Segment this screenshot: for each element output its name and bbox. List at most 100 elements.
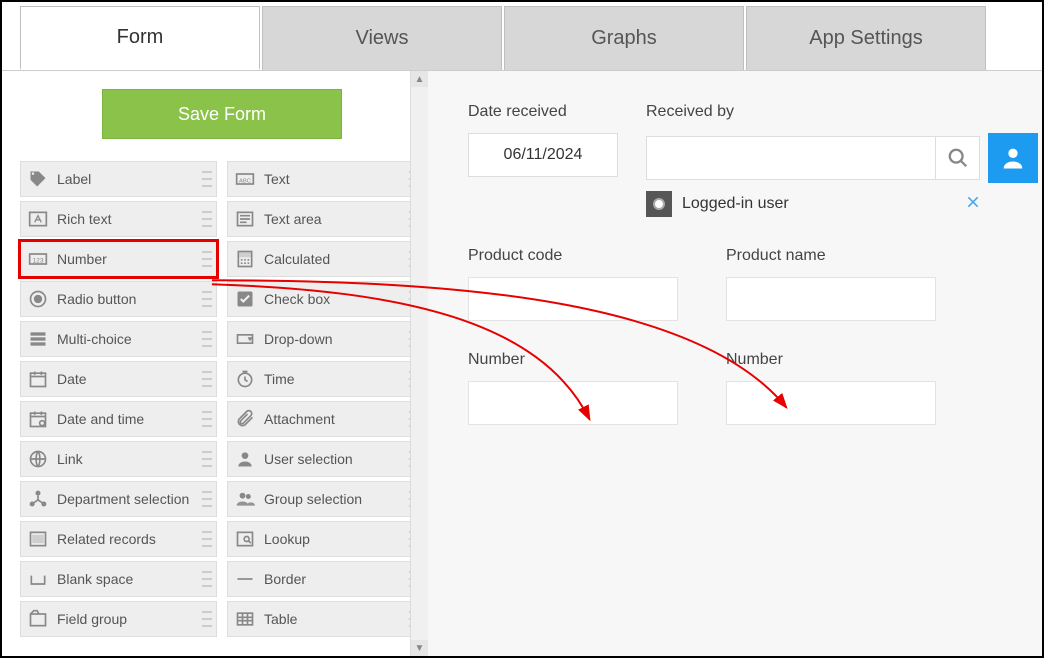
palette-item-label: Blank space: [57, 571, 133, 587]
palette-item-label: Border: [264, 571, 306, 587]
palette-col-left: Label Rich text 123 Num: [20, 161, 217, 637]
palette-time[interactable]: Time: [227, 361, 424, 397]
save-form-button[interactable]: Save Form: [102, 89, 342, 139]
checkbox-icon: [234, 288, 256, 310]
palette-item-label: Group selection: [264, 491, 362, 507]
palette-item-label: Date and time: [57, 411, 144, 427]
palette-item-label: Number: [57, 251, 107, 267]
drag-handle-icon: [202, 408, 212, 430]
palette-item-label: Label: [57, 171, 91, 187]
palette-fieldgroup[interactable]: Field group: [20, 601, 217, 637]
palette-item-label: Lookup: [264, 531, 310, 547]
field-label: Date received: [468, 103, 618, 121]
palette-item-label: Table: [264, 611, 297, 627]
lookup-icon: [234, 528, 256, 550]
palette-label[interactable]: Label: [20, 161, 217, 197]
palette-item-label: Rich text: [57, 211, 111, 227]
number-2-input[interactable]: [726, 381, 936, 425]
palette-lookup[interactable]: Lookup: [227, 521, 424, 557]
field-product-code[interactable]: Product code: [468, 247, 678, 321]
attach-icon: [234, 408, 256, 430]
palette-item-label: Link: [57, 451, 83, 467]
palette-userselection[interactable]: User selection: [227, 441, 424, 477]
date-icon: [27, 368, 49, 390]
number-1-input[interactable]: [468, 381, 678, 425]
palette-blankspace[interactable]: Blank space: [20, 561, 217, 597]
chip-dot-icon: [646, 191, 672, 217]
scroll-down-icon[interactable]: ▼: [411, 640, 428, 656]
received-by-input[interactable]: [646, 136, 936, 180]
palette-attachment[interactable]: Attachment: [227, 401, 424, 437]
field-number-2[interactable]: Number: [726, 351, 936, 425]
field-received-by[interactable]: Received by Logged-in user: [646, 103, 1038, 217]
field-number-1[interactable]: Number: [468, 351, 678, 425]
drag-handle-icon: [202, 168, 212, 190]
palette-table[interactable]: Table: [227, 601, 424, 637]
svg-text:ABC: ABC: [239, 178, 251, 184]
product-code-input[interactable]: [468, 277, 678, 321]
text-icon: ABC: [234, 168, 256, 190]
field-palette: Label Rich text 123 Num: [20, 161, 424, 637]
richtext-icon: [27, 208, 49, 230]
related-icon: [27, 528, 49, 550]
scroll-up-icon[interactable]: ▲: [411, 71, 428, 87]
palette-item-label: User selection: [264, 451, 353, 467]
field-label: Received by: [646, 103, 1038, 121]
calc-icon: [234, 248, 256, 270]
user-input-row: [646, 133, 1038, 183]
product-name-input[interactable]: [726, 277, 936, 321]
palette-item-label: Attachment: [264, 411, 335, 427]
drag-handle-icon: [202, 248, 212, 270]
tab-graphs[interactable]: Graphs: [504, 6, 744, 70]
form-palette-panel: Save Form Label Rich text: [2, 71, 428, 656]
drag-handle-icon: [202, 328, 212, 350]
palette-item-label: Related records: [57, 531, 156, 547]
palette-dropdown[interactable]: Drop-down: [227, 321, 424, 357]
department-icon: [27, 488, 49, 510]
field-product-name[interactable]: Product name: [726, 247, 936, 321]
form-row-3: Number Number: [468, 351, 1038, 425]
palette-scrollbar[interactable]: ▲ ▼: [410, 71, 428, 656]
palette-related[interactable]: Related records: [20, 521, 217, 557]
datetime-icon: [27, 408, 49, 430]
palette-checkbox[interactable]: Check box: [227, 281, 424, 317]
date-received-input[interactable]: 06/11/2024: [468, 133, 618, 177]
search-icon: [947, 147, 969, 169]
tab-app-settings[interactable]: App Settings: [746, 6, 986, 70]
palette-border[interactable]: Border: [227, 561, 424, 597]
palette-number[interactable]: 123 Number: [20, 241, 217, 277]
field-label: Number: [468, 351, 678, 369]
remove-chip-button[interactable]: [965, 193, 981, 216]
drag-handle-icon: [202, 208, 212, 230]
time-icon: [234, 368, 256, 390]
form-canvas[interactable]: Date received 06/11/2024 Received by: [428, 71, 1044, 656]
user-picker-button[interactable]: [988, 133, 1038, 183]
form-row-2: Product code Product name: [468, 247, 1038, 321]
field-label: Product code: [468, 247, 678, 265]
field-label: Number: [726, 351, 936, 369]
palette-richtext[interactable]: Rich text: [20, 201, 217, 237]
palette-item-label: Department selection: [57, 491, 189, 507]
palette-item-label: Time: [264, 371, 295, 387]
drag-handle-icon: [202, 368, 212, 390]
user-search-button[interactable]: [936, 136, 980, 180]
dropdown-icon: [234, 328, 256, 350]
palette-textarea[interactable]: Text area: [227, 201, 424, 237]
logged-in-user-chip: Logged-in user: [646, 191, 789, 217]
palette-link[interactable]: Link: [20, 441, 217, 477]
tab-form[interactable]: Form: [20, 6, 260, 70]
palette-text[interactable]: ABC Text: [227, 161, 424, 197]
drag-handle-icon: [202, 288, 212, 310]
palette-datetime[interactable]: Date and time: [20, 401, 217, 437]
palette-item-label: Field group: [57, 611, 127, 627]
table-icon: [234, 608, 256, 630]
tab-views[interactable]: Views: [262, 6, 502, 70]
palette-multichoice[interactable]: Multi-choice: [20, 321, 217, 357]
palette-item-label: Check box: [264, 291, 330, 307]
palette-date[interactable]: Date: [20, 361, 217, 397]
field-date-received[interactable]: Date received 06/11/2024: [468, 103, 618, 217]
palette-radio[interactable]: Radio button: [20, 281, 217, 317]
palette-calculated[interactable]: Calculated: [227, 241, 424, 277]
palette-groupselection[interactable]: Group selection: [227, 481, 424, 517]
palette-department[interactable]: Department selection: [20, 481, 217, 517]
